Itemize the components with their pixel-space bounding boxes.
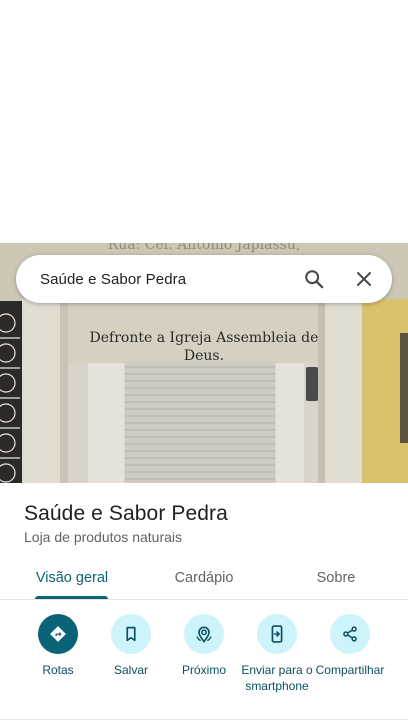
active-tab-indicator — [35, 596, 108, 599]
save-button[interactable]: Salvar — [91, 614, 171, 678]
sign-text-line-1: Defronte a Igreja Assembleia de — [89, 330, 319, 346]
save-circle — [111, 614, 151, 654]
search-button[interactable] — [294, 259, 334, 299]
directions-button[interactable]: Rotas — [18, 614, 98, 678]
nearby-icon — [196, 626, 212, 643]
tab-bar: Visão geral Cardápio Sobre — [0, 556, 408, 600]
place-title: Saúde e Sabor Pedra — [24, 502, 228, 525]
place-category[interactable]: Loja de produtos naturais — [24, 529, 182, 545]
nearby-button[interactable]: Próximo — [164, 614, 244, 678]
action-bar: Rotas Salvar Próximo Enviar para o smart… — [0, 614, 408, 714]
share-circle — [330, 614, 370, 654]
save-label: Salvar — [113, 663, 148, 677]
sign-text-line-2: Deus. — [183, 348, 225, 364]
directions-icon — [50, 626, 66, 642]
directions-label: Rotas — [42, 663, 74, 677]
divider — [0, 719, 408, 720]
tab-overview[interactable]: Visão geral — [20, 556, 124, 599]
send-to-phone-label: Enviar para o smartphone — [241, 663, 313, 693]
nearby-circle — [184, 614, 224, 654]
tab-about[interactable]: Sobre — [288, 556, 384, 599]
search-bar[interactable]: Saúde e Sabor Pedra — [16, 255, 392, 303]
send-to-phone-button[interactable]: Enviar para o smartphone — [237, 614, 317, 694]
search-input[interactable]: Saúde e Sabor Pedra — [40, 271, 294, 288]
share-label: Compartilhar — [315, 663, 385, 677]
send-to-phone-icon — [271, 625, 283, 643]
share-icon — [343, 626, 357, 642]
share-button[interactable]: Compartilhar — [310, 614, 390, 678]
nearby-label: Próximo — [181, 663, 226, 677]
close-icon — [357, 272, 371, 286]
bookmark-icon — [126, 626, 136, 642]
search-icon — [305, 270, 324, 289]
send-to-phone-circle — [257, 614, 297, 654]
directions-circle — [38, 614, 78, 654]
tab-menu[interactable]: Cardápio — [152, 556, 256, 599]
sign-text-faded-1: Rua: Cel. Antônio Japiassu, — [107, 243, 301, 253]
place-screen: Rua: Cel. Antônio Japiassu, Por trás do … — [0, 0, 408, 726]
close-button[interactable] — [344, 259, 384, 299]
